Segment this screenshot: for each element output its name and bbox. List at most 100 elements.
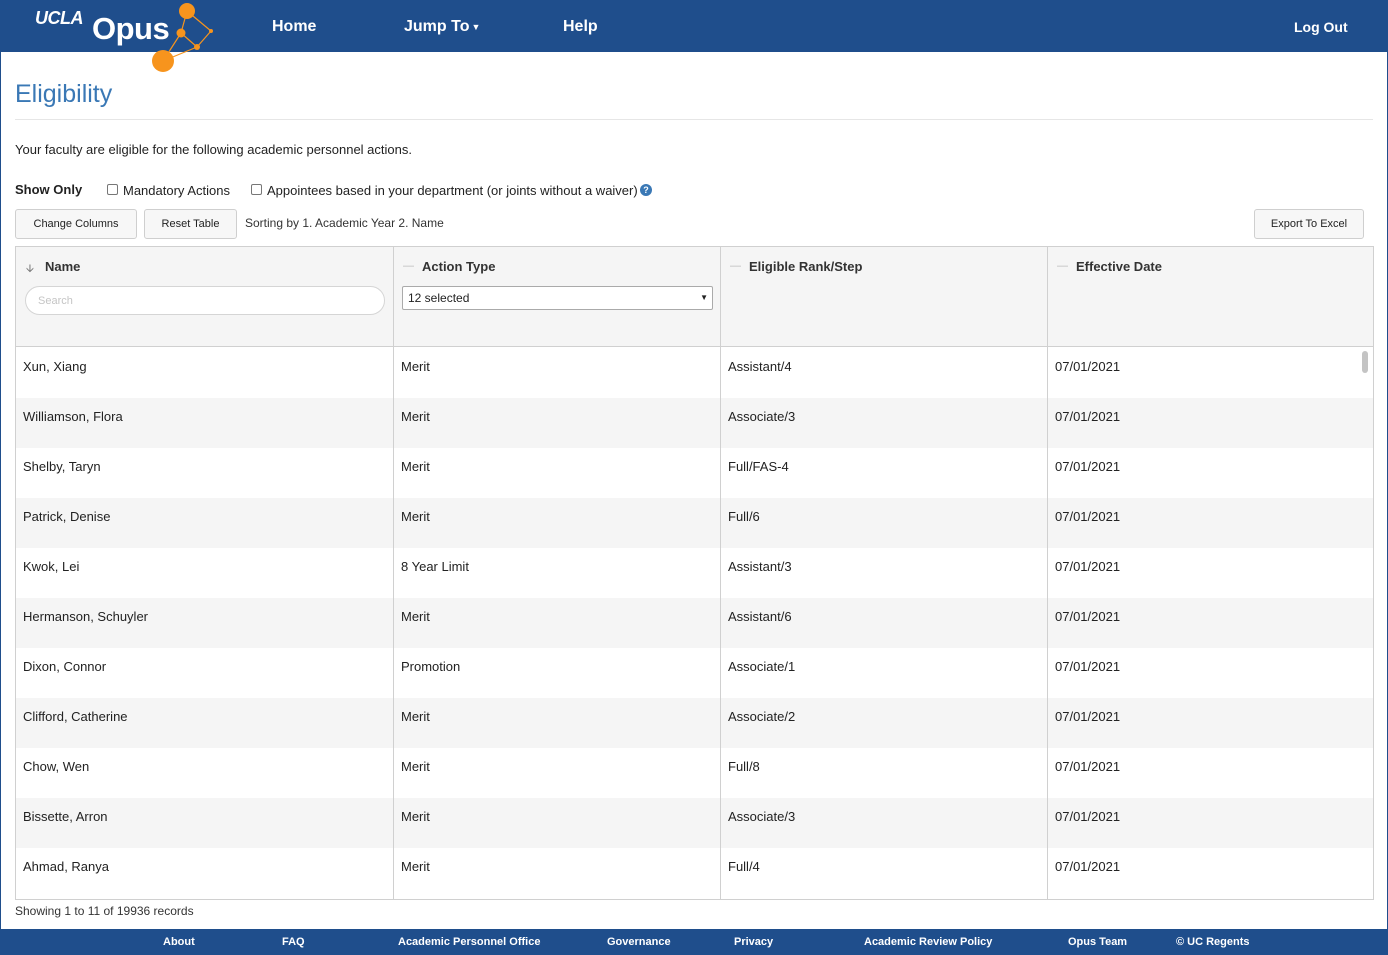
cell-name[interactable]: Kwok, Lei <box>23 559 79 574</box>
cell-effective-date: 07/01/2021 <box>1055 359 1121 374</box>
nav-home[interactable]: Home <box>272 18 316 36</box>
sorting-status: Sorting by 1. Academic Year 2. Name <box>245 216 444 230</box>
cell-name[interactable]: Shelby, Taryn <box>23 459 101 474</box>
records-count: Showing 1 to 11 of 19936 records <box>15 904 194 918</box>
table-body: Xun, Xiang Merit Assistant/4 07/01/2021 Will… <box>16 348 1373 898</box>
sort-none-icon[interactable]: — <box>1057 260 1068 272</box>
footer-link[interactable]: Governance <box>607 936 671 948</box>
table-row[interactable]: Dixon, Connor Promotion Associate/1 07/01/2… <box>16 648 1373 698</box>
logo-ucla-text: UCLA <box>35 8 84 28</box>
cell-rank-step: Assistant/3 <box>728 559 792 574</box>
table-row[interactable]: Hermanson, Schuyler Merit Assistant/6 07/01… <box>16 598 1373 648</box>
sort-none-icon[interactable]: — <box>730 260 741 272</box>
cell-rank-step: Full/4 <box>728 859 760 874</box>
cell-effective-date: 07/01/2021 <box>1055 459 1121 474</box>
cell-action-type: Merit <box>401 809 430 824</box>
mandatory-actions-checkbox[interactable] <box>107 184 118 195</box>
cell-rank-step: Assistant/6 <box>728 609 792 624</box>
cell-effective-date: 07/01/2021 <box>1055 509 1121 524</box>
change-columns-button[interactable]: Change Columns <box>15 209 137 239</box>
column-header-action-type[interactable]: Action Type <box>422 259 495 274</box>
cell-rank-step: Full/8 <box>728 759 760 774</box>
cell-action-type: Merit <box>401 759 430 774</box>
table-row[interactable]: Shelby, Taryn Merit Full/FAS-4 07/01/2021 <box>16 448 1373 498</box>
cell-effective-date: 07/01/2021 <box>1055 709 1121 724</box>
reset-table-button[interactable]: Reset Table <box>144 209 237 239</box>
footer-link[interactable]: Opus Team <box>1068 936 1127 948</box>
cell-action-type: Merit <box>401 609 430 624</box>
table-row[interactable]: Bissette, Arron Merit Associate/3 07/01/202… <box>16 798 1373 848</box>
page-title: Eligibility <box>15 80 113 108</box>
name-search-input[interactable] <box>25 286 385 315</box>
cell-action-type: Merit <box>401 859 430 874</box>
cell-effective-date: 07/01/2021 <box>1055 759 1121 774</box>
table-row[interactable]: Xun, Xiang Merit Assistant/4 07/01/2021 <box>16 348 1373 398</box>
nav-jump-to[interactable]: Jump To ▼ <box>404 18 480 36</box>
cell-action-type: 8 Year Limit <box>401 559 469 574</box>
nav-log-out[interactable]: Log Out <box>1294 19 1348 35</box>
cell-name[interactable]: Clifford, Catherine <box>23 709 128 724</box>
footer-bar: About FAQ Academic Personnel Office Governa… <box>1 929 1387 955</box>
title-divider <box>15 119 1373 120</box>
cell-rank-step: Assistant/4 <box>728 359 792 374</box>
cell-name[interactable]: Bissette, Arron <box>23 809 108 824</box>
table-row[interactable]: Clifford, Catherine Merit Associate/2 07/01… <box>16 698 1373 748</box>
action-type-filter-select[interactable]: 12 selected ▼ <box>402 286 713 310</box>
footer-link[interactable]: Academic Review Policy <box>864 936 992 948</box>
logo-opus-text: Opus <box>92 11 170 46</box>
column-header-name[interactable]: Name <box>45 259 80 274</box>
table-row[interactable]: Ahmad, Ranya Merit Full/4 07/01/2021 <box>16 848 1373 898</box>
cell-action-type: Merit <box>401 709 430 724</box>
cell-name[interactable]: Dixon, Connor <box>23 659 106 674</box>
cell-rank-step: Associate/1 <box>728 659 796 674</box>
nav-help[interactable]: Help <box>563 18 598 36</box>
column-header-effective-date[interactable]: Effective Date <box>1076 259 1162 274</box>
show-only-label: Show Only <box>15 182 83 197</box>
cell-effective-date: 07/01/2021 <box>1055 859 1121 874</box>
cell-effective-date: 07/01/2021 <box>1055 559 1121 574</box>
sort-desc-icon[interactable]: 🡫 <box>26 260 34 279</box>
column-divider <box>720 247 721 899</box>
cell-action-type: Merit <box>401 509 430 524</box>
footer-link[interactable]: Privacy <box>734 936 773 948</box>
export-to-excel-button[interactable]: Export To Excel <box>1254 209 1364 239</box>
column-header-rank-step[interactable]: Eligible Rank/Step <box>749 259 862 274</box>
help-icon[interactable]: ? <box>640 184 652 196</box>
column-divider <box>393 247 394 899</box>
action-type-filter-value: 12 selected <box>408 291 470 305</box>
footer-link[interactable]: Academic Personnel Office <box>398 936 540 948</box>
intro-text: Your faculty are eligible for the follow… <box>15 142 412 157</box>
cell-effective-date: 07/01/2021 <box>1055 659 1121 674</box>
table-scrollbar[interactable] <box>1362 351 1368 373</box>
cell-name[interactable]: Chow, Wen <box>23 759 89 774</box>
sort-none-icon[interactable]: — <box>403 260 414 272</box>
column-divider <box>1047 247 1048 899</box>
caret-down-icon: ▼ <box>700 293 708 302</box>
mandatory-actions-label[interactable]: Mandatory Actions <box>123 183 230 198</box>
footer-link[interactable]: About <box>163 936 195 948</box>
eligibility-table: 🡫 Name — Action Type 12 selected ▼ — Eli… <box>15 246 1374 900</box>
cell-name[interactable]: Patrick, Denise <box>23 509 110 524</box>
cell-rank-step: Associate/3 <box>728 409 796 424</box>
footer-link[interactable]: FAQ <box>282 936 305 948</box>
table-row[interactable]: Kwok, Lei 8 Year Limit Assistant/3 07/01/20… <box>16 548 1373 598</box>
table-header: 🡫 Name — Action Type 12 selected ▼ — Eli… <box>16 247 1373 347</box>
cell-name[interactable]: Williamson, Flora <box>23 409 123 424</box>
cell-name[interactable]: Hermanson, Schuyler <box>23 609 148 624</box>
table-row[interactable]: Patrick, Denise Merit Full/6 07/01/2021 <box>16 498 1373 548</box>
cell-name[interactable]: Ahmad, Ranya <box>23 859 109 874</box>
cell-action-type: Merit <box>401 459 430 474</box>
cell-name[interactable]: Xun, Xiang <box>23 359 87 374</box>
cell-effective-date: 07/01/2021 <box>1055 409 1121 424</box>
table-row[interactable]: Chow, Wen Merit Full/8 07/01/2021 <box>16 748 1373 798</box>
table-row[interactable]: Williamson, Flora Merit Associate/3 07/01/2… <box>16 398 1373 448</box>
appointees-label[interactable]: Appointees based in your department (or … <box>267 183 638 198</box>
cell-action-type: Merit <box>401 409 430 424</box>
opus-logo[interactable]: UCLA Opus <box>1 1 221 73</box>
cell-rank-step: Associate/2 <box>728 709 796 724</box>
footer-link[interactable]: © UC Regents <box>1176 936 1250 948</box>
cell-action-type: Merit <box>401 359 430 374</box>
nav-jump-to-label: Jump To <box>404 18 470 35</box>
appointees-checkbox[interactable] <box>251 184 262 195</box>
cell-rank-step: Full/6 <box>728 509 760 524</box>
